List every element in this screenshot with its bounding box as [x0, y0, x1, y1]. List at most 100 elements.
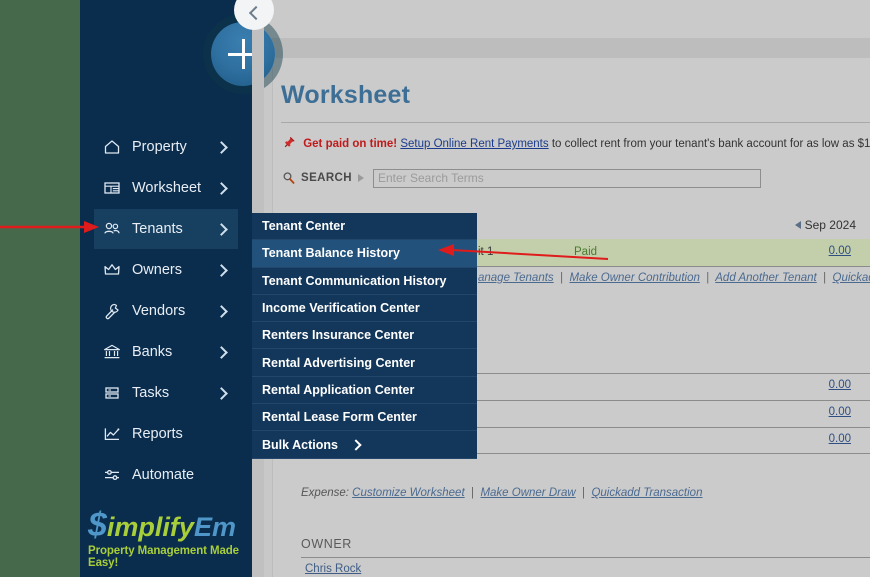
- bank-icon: [102, 342, 122, 362]
- month-header: Sep 2024: [795, 218, 856, 232]
- sliders-icon: [102, 465, 122, 485]
- sidebar-item-banks[interactable]: Banks: [94, 332, 238, 372]
- sidebar-item-label: Worksheet: [132, 180, 217, 196]
- chevron-right-icon: [215, 223, 228, 236]
- make-owner-draw-link[interactable]: Make Owner Draw: [480, 487, 575, 499]
- flyout-item-tenant-balance-history[interactable]: Tenant Balance History: [252, 240, 477, 267]
- stack-icon: [102, 383, 122, 403]
- owner-name-link[interactable]: Chris Rock: [305, 563, 361, 575]
- search-input[interactable]: [373, 169, 761, 188]
- sidebar-item-label: Tenants: [132, 221, 217, 237]
- chevron-right-icon: [215, 141, 228, 154]
- flyout-item-tenant-communication-history[interactable]: Tenant Communication History: [252, 268, 477, 295]
- flyout-item-label: Rental Lease Form Center: [262, 410, 417, 424]
- title-divider: [281, 122, 870, 123]
- home-icon: [102, 137, 122, 157]
- tenants-flyout-menu: Tenant Center Tenant Balance History Ten…: [252, 213, 477, 459]
- flyout-item-renters-insurance-center[interactable]: Renters Insurance Center: [252, 322, 477, 349]
- simplifyem-logo: $implifyEm Property Management Made Easy…: [88, 508, 248, 569]
- quickadd-transaction-expense-link[interactable]: Quickadd Transaction: [591, 487, 702, 499]
- table-icon: [102, 178, 122, 198]
- flyout-item-rental-advertising-center[interactable]: Rental Advertising Center: [252, 349, 477, 376]
- row-amount[interactable]: 0.00: [829, 379, 851, 391]
- promo-tail: to collect rent from your tenant's bank …: [549, 138, 870, 150]
- search-label: SEARCH: [301, 172, 352, 184]
- row-amount[interactable]: 0.00: [829, 433, 851, 445]
- sidebar-item-owners[interactable]: Owners: [94, 250, 238, 290]
- sidebar-item-automate[interactable]: Automate: [94, 455, 238, 495]
- manage-tenants-link[interactable]: anage Tenants: [478, 272, 554, 284]
- sidebar-item-tasks[interactable]: Tasks: [94, 373, 238, 413]
- wrench-icon: [102, 301, 122, 321]
- flyout-item-label: Renters Insurance Center: [262, 328, 414, 342]
- add-button[interactable]: [211, 22, 275, 86]
- flyout-item-rental-application-center[interactable]: Rental Application Center: [252, 377, 477, 404]
- chart-icon: [102, 424, 122, 444]
- search-row: SEARCH: [282, 168, 761, 188]
- sidebar-item-label: Owners: [132, 262, 217, 278]
- flyout-item-tenant-center[interactable]: Tenant Center: [252, 213, 477, 240]
- triangle-left-icon[interactable]: [795, 221, 801, 229]
- sidebar-item-label: Automate: [132, 467, 230, 483]
- chevron-left-icon: [248, 6, 262, 20]
- chevron-right-icon: [215, 305, 228, 318]
- sidebar-item-reports[interactable]: Reports: [94, 414, 238, 454]
- sidebar-item-tenants[interactable]: Tenants: [94, 209, 238, 249]
- sidebar-item-label: Vendors: [132, 303, 217, 319]
- screen: Worksheet Get paid on time! Setup Online…: [0, 0, 870, 577]
- people-icon: [102, 219, 122, 239]
- flyout-item-label: Tenant Communication History: [262, 274, 447, 288]
- logo-implify: implify: [107, 512, 194, 542]
- chevron-right-icon: [215, 346, 228, 359]
- make-owner-contribution-link[interactable]: Make Owner Contribution: [569, 272, 699, 284]
- logo-dollar: $: [88, 506, 107, 544]
- flyout-item-label: Tenant Balance History: [262, 246, 400, 260]
- flyout-item-income-verification-center[interactable]: Income Verification Center: [252, 295, 477, 322]
- add-another-tenant-link[interactable]: Add Another Tenant: [715, 272, 816, 284]
- flyout-item-label: Income Verification Center: [262, 301, 420, 315]
- sidebar-item-property[interactable]: Property: [94, 127, 238, 167]
- tenant-unit-label: it 1: [478, 246, 493, 258]
- owner-divider: [301, 557, 870, 558]
- pushpin-icon: [282, 136, 296, 150]
- logo-tagline: Property Management Made Easy!: [88, 545, 248, 569]
- logo-wordmark: $implifyEm: [88, 508, 248, 542]
- search-icon: [282, 171, 296, 185]
- flyout-item-label: Bulk Actions: [262, 438, 338, 452]
- chevron-right-icon: [215, 264, 228, 277]
- customize-worksheet-link[interactable]: Customize Worksheet: [352, 487, 464, 499]
- month-label: Sep 2024: [805, 218, 856, 232]
- chevron-right-icon: [215, 182, 228, 195]
- chevron-right-icon: [215, 387, 228, 400]
- page-title: Worksheet: [281, 81, 410, 110]
- flyout-item-label: Rental Advertising Center: [262, 356, 415, 370]
- owner-section-heading: OWNER: [301, 537, 352, 551]
- promo-headline: Get paid on time!: [303, 138, 397, 150]
- search-caret-icon: [358, 174, 364, 182]
- flyout-item-label: Tenant Center: [262, 219, 345, 233]
- flyout-item-bulk-actions[interactable]: Bulk Actions: [252, 431, 477, 458]
- flyout-item-label: Rental Application Center: [262, 383, 414, 397]
- sidebar-item-worksheet[interactable]: Worksheet: [94, 168, 238, 208]
- sidebar-item-vendors[interactable]: Vendors: [94, 291, 238, 331]
- row-amount[interactable]: 0.00: [829, 406, 851, 418]
- tenant-row-amount[interactable]: 0.00: [829, 245, 851, 257]
- setup-online-rent-payments-link[interactable]: Setup Online Rent Payments: [400, 138, 548, 150]
- page-band: [264, 38, 870, 58]
- flyout-item-rental-lease-form-center[interactable]: Rental Lease Form Center: [252, 404, 477, 431]
- crown-icon: [102, 260, 122, 280]
- sidebar-item-label: Reports: [132, 426, 230, 442]
- page-top-strip: [264, 0, 870, 38]
- logo-em: Em: [194, 512, 236, 542]
- sidebar-item-label: Tasks: [132, 385, 217, 401]
- sidebar-nav: Property Worksheet Tenants: [80, 127, 252, 496]
- expense-label: Expense:: [301, 487, 349, 499]
- sidebar-item-label: Banks: [132, 344, 217, 360]
- quickadd-transaction-link[interactable]: Quickadd T: [833, 272, 870, 284]
- tenant-action-links: anage Tenants | Make Owner Contribution …: [478, 272, 870, 284]
- expense-action-links: Expense: Customize Worksheet | Make Owne…: [301, 487, 702, 499]
- sidebar-item-label: Property: [132, 139, 217, 155]
- tenant-paid-status: Paid: [574, 246, 597, 258]
- chevron-right-icon: [350, 439, 361, 450]
- promo-banner: Get paid on time! Setup Online Rent Paym…: [282, 136, 870, 154]
